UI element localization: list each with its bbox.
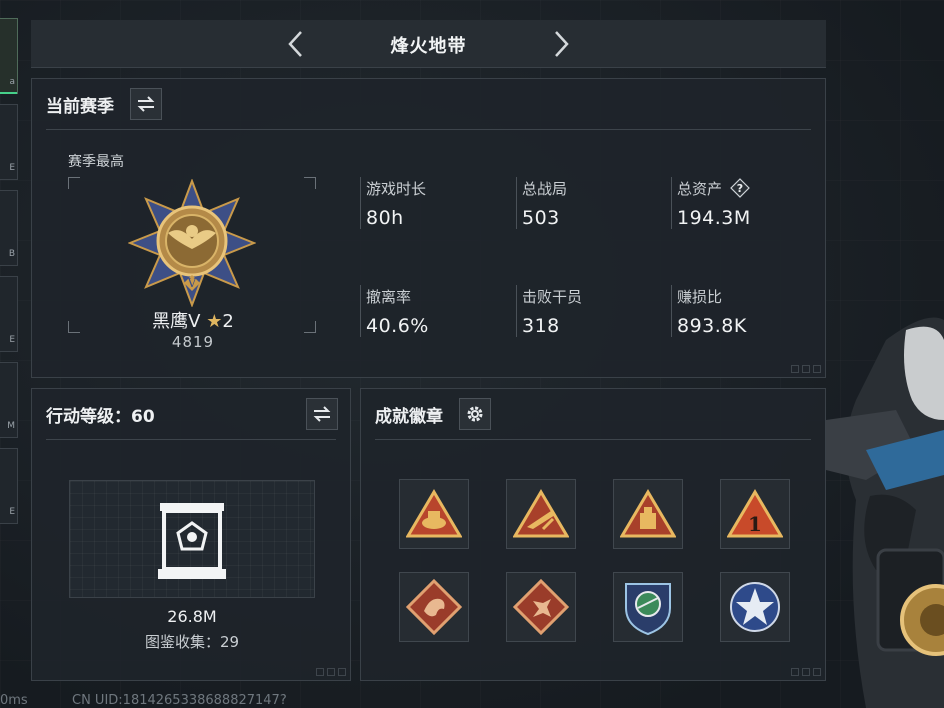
stat-label-row: 总资产 ? <box>677 177 817 199</box>
header-divider <box>46 439 336 440</box>
star-badge-icon <box>730 582 780 632</box>
beast-badge[interactable] <box>506 572 576 642</box>
level-panel-header: 行动等级：60 <box>46 398 338 430</box>
gear-icon <box>467 406 483 422</box>
chevron-right-icon <box>555 31 569 57</box>
side-tab-label: B <box>8 249 15 259</box>
rank-stars: 2 <box>222 311 234 332</box>
supply-badge-icon <box>620 489 676 538</box>
dragon-badge[interactable] <box>399 572 469 642</box>
stat-extract-rate: 撤离率 40.6% <box>366 285 506 338</box>
side-tab-2[interactable]: E <box>0 104 18 180</box>
help-icon[interactable]: ? <box>730 178 750 198</box>
swap-icon <box>137 96 155 112</box>
side-tab-4[interactable]: E <box>0 276 18 352</box>
season-panel-title: 当前赛季 <box>46 96 114 117</box>
current-season-panel: 当前赛季 赛季最高 V 黑鹰V ★2 4819 游戏时长 80h 总战局 503 <box>31 78 826 378</box>
rank-score: 4819 <box>171 333 215 351</box>
rank-name: 黑鹰V ★2 <box>128 307 258 333</box>
switch-level-button[interactable] <box>306 398 338 430</box>
operator-character-image <box>826 317 944 708</box>
rifle-badge[interactable] <box>506 479 576 549</box>
ration-badge-icon <box>406 489 462 538</box>
ping-readout: 0ms <box>0 693 28 708</box>
side-tab-label: E <box>9 507 15 517</box>
header-divider <box>375 439 811 440</box>
achievement-panel-title: 成就徽章 <box>375 406 443 427</box>
rank-medal-icon: V <box>128 179 256 307</box>
shield-badge[interactable] <box>613 572 683 642</box>
stat-label: 赚损比 <box>677 287 723 306</box>
beast-badge-icon <box>513 579 569 635</box>
stat-value: 194.3M <box>677 207 751 229</box>
rifle-badge-icon <box>513 489 569 538</box>
side-tab-label: E <box>9 163 15 173</box>
side-tab-rail: a E B E M E <box>0 18 18 534</box>
side-tab-1[interactable]: a <box>0 18 18 94</box>
player-uid: CN UID:1814265338688827147? <box>72 693 287 708</box>
stat-profit-loss-ratio: 赚损比 893.8K <box>677 285 817 338</box>
achievement-panel-header: 成就徽章 <box>375 398 491 430</box>
rank-title: 黑鹰V <box>152 311 201 332</box>
stat-value: 40.6% <box>366 315 429 337</box>
achievement-badges-panel: 成就徽章 1 <box>360 388 826 681</box>
star-badge[interactable] <box>720 572 790 642</box>
stat-label: 总战局 <box>522 179 568 198</box>
collection-count: 图鉴收集：29 <box>144 633 240 651</box>
stat-play-time: 游戏时长 80h <box>366 177 506 230</box>
shield-badge-icon <box>625 583 671 636</box>
stat-label: 击败干员 <box>522 287 583 306</box>
side-tab-3[interactable]: B <box>0 190 18 266</box>
stat-label: 撤离率 <box>366 287 412 306</box>
vault-value: 26.8M <box>167 607 217 626</box>
stat-label: 游戏时长 <box>366 179 427 198</box>
mode-header: 烽火地带 <box>31 20 826 68</box>
season-panel-header: 当前赛季 <box>46 88 162 120</box>
ration-badge[interactable] <box>399 479 469 549</box>
mode-title: 烽火地带 <box>390 36 467 57</box>
dragon-badge-icon <box>406 579 462 635</box>
side-tab-label: E <box>9 335 15 345</box>
stat-total-assets: 总资产 ? 194.3M <box>677 177 817 229</box>
season-peak-label: 赛季最高 <box>68 154 124 170</box>
supply-badge[interactable] <box>613 479 683 549</box>
level-panel-title: 行动等级：60 <box>46 406 155 427</box>
side-tab-label: M <box>7 421 15 431</box>
stat-operators-defeated: 击败干员 318 <box>522 285 662 338</box>
switch-season-button[interactable] <box>130 88 162 120</box>
star-icon: ★ <box>206 311 223 332</box>
header-divider <box>46 129 811 130</box>
stat-value: 893.8K <box>677 315 747 337</box>
stat-total-matches: 总战局 503 <box>522 177 662 230</box>
side-tab-5[interactable]: M <box>0 362 18 438</box>
rank-one-badge[interactable]: 1 <box>720 479 790 549</box>
stat-label: 总资产 <box>677 179 723 198</box>
rank-one-badge-icon: 1 <box>727 489 783 538</box>
svg-text:?: ? <box>737 182 743 195</box>
stat-value: 318 <box>522 315 560 337</box>
svg-text:1: 1 <box>748 512 762 536</box>
stat-value: 80h <box>366 207 404 229</box>
stat-value: 503 <box>522 207 560 229</box>
side-tab-label: a <box>9 77 15 87</box>
side-tab-6[interactable]: E <box>0 448 18 524</box>
svg-text:V: V <box>187 276 197 290</box>
swap-icon <box>313 406 331 422</box>
next-mode-button[interactable] <box>545 29 575 59</box>
action-level-panel: 行动等级：60 26.8M 图鉴收集：29 <box>31 388 351 681</box>
vault-icon <box>158 503 226 579</box>
badge-settings-button[interactable] <box>459 398 491 430</box>
